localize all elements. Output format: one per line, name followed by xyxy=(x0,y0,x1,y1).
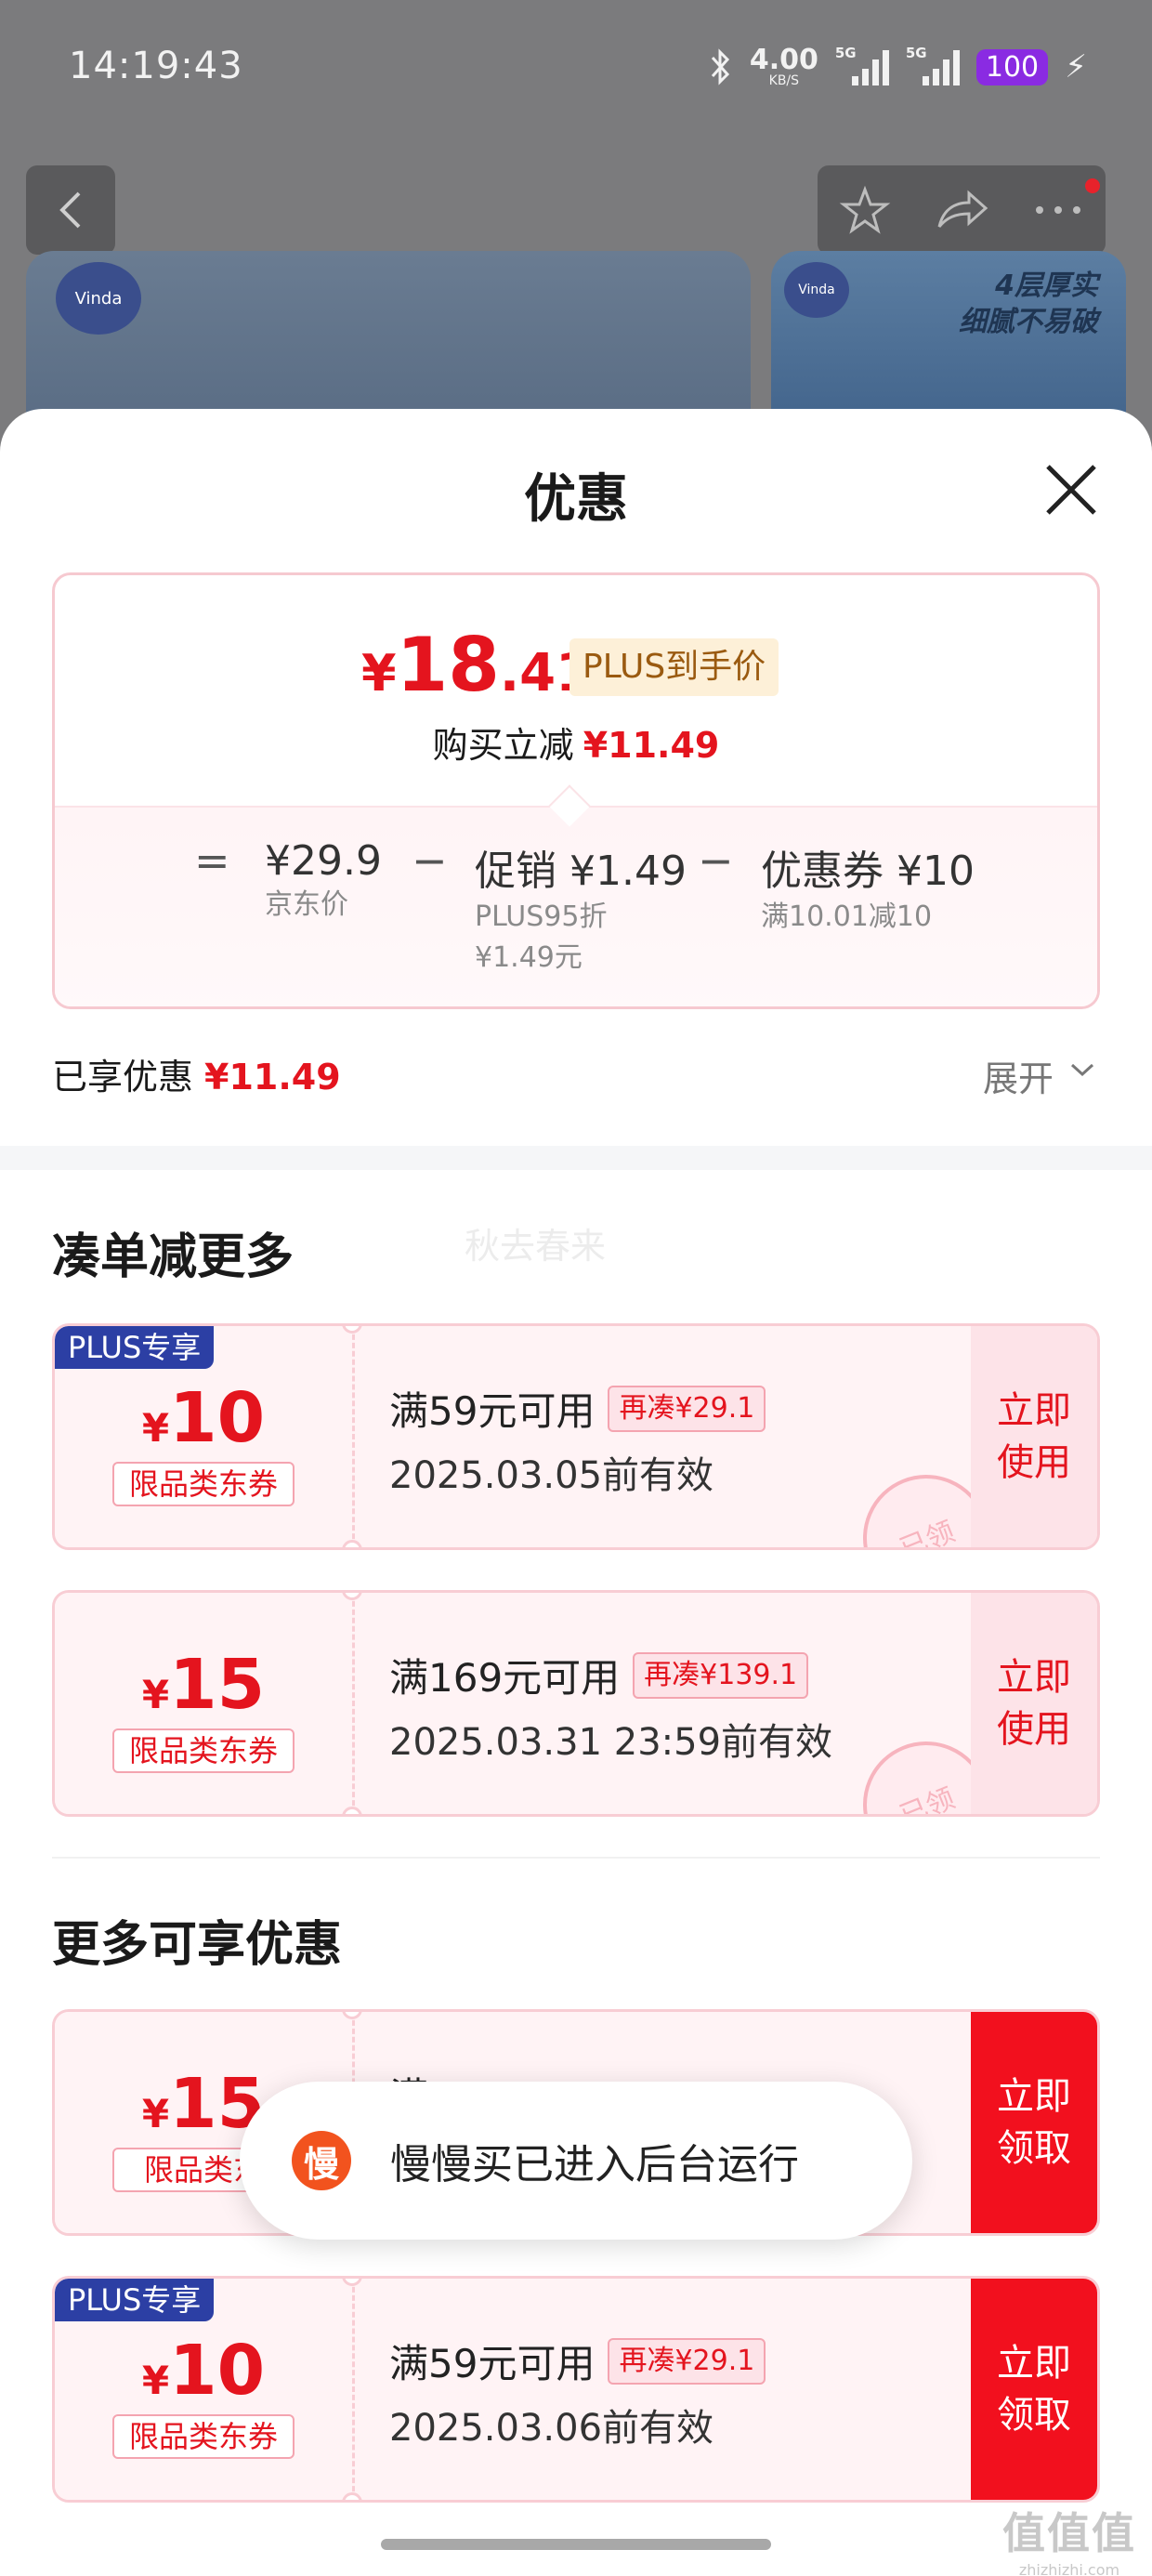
coupon-amount: ¥10 xyxy=(141,1378,266,1458)
promotion-discount: 促销 ¥1.49 PLUS95折 ¥1.49元 xyxy=(475,848,687,974)
use-now-button[interactable]: 立即 使用 xyxy=(971,1593,1097,1814)
coupon-amount: ¥10 xyxy=(141,2331,266,2411)
toast-message: 慢慢买已进入后台运行 xyxy=(390,2141,799,2188)
sheet-title: 优惠 xyxy=(524,469,628,530)
status-icons: 4.00 KB/S 5G 5G 100 ⚡ xyxy=(709,41,1087,93)
bluetooth-icon xyxy=(711,48,729,85)
home-indicator[interactable] xyxy=(381,2539,771,2550)
watermark-text: 秋去春来 xyxy=(465,1226,607,1267)
banner-slogan: 4层厚实 细腻不易破 xyxy=(959,269,1098,338)
section-divider xyxy=(0,1146,1152,1170)
top-actions xyxy=(818,165,1106,255)
close-icon[interactable] xyxy=(1039,457,1104,522)
coupon-condition: 满59元可用 再凑¥29.1 xyxy=(389,1380,766,1437)
notification-dot xyxy=(1085,178,1100,193)
star-icon[interactable] xyxy=(839,184,891,236)
coupon-card: PLUS专享 ¥10 限品类东券 满59元可用 再凑¥29.1 2025.03.0… xyxy=(52,2276,1100,2503)
enjoyed-discount: 已享优惠 ¥11.49 xyxy=(52,1057,341,1097)
signal-icon: 5G xyxy=(835,45,889,85)
expand-button[interactable]: 展开 xyxy=(983,1050,1054,1101)
coupon-condition: 满59元可用 再凑¥29.1 xyxy=(389,2333,766,2389)
background-running-toast: 慢 慢慢买已进入后台运行 xyxy=(240,2082,912,2240)
section-title-more-offers: 更多可享优惠 xyxy=(52,1917,343,1973)
more-icon[interactable] xyxy=(1032,201,1084,219)
coupon-validity: 2025.03.05前有效 xyxy=(389,1454,714,1497)
coupon-card: ¥15 限品类东券 满169元可用 再凑¥139.1 2025.03.31 23:… xyxy=(52,1590,1100,1817)
status-time: 14:19:43 xyxy=(69,45,243,87)
brand-logo: Vinda xyxy=(56,262,141,335)
coupon-validity: 2025.03.06前有效 xyxy=(389,2407,714,2450)
minus-sign: − xyxy=(698,835,734,886)
plus-price-tag: PLUS到手价 xyxy=(569,638,779,696)
site-watermark: 值值值 zhizhizhi.com xyxy=(1002,2508,1136,2576)
background-page: 14:19:43 4.00 KB/S 5G 5G 100 ⚡ Vinda Vin… xyxy=(0,0,1152,455)
coupon-category-tag: 限品类东券 xyxy=(112,2414,295,2459)
minus-sign: − xyxy=(412,835,448,886)
price-breakdown: = ¥29.9 京东价 − 促销 ¥1.49 PLUS95折 ¥1.49元 − … xyxy=(55,806,1097,1006)
coupon-validity: 2025.03.31 23:59前有效 xyxy=(389,1721,833,1764)
coupon-category-tag: 限品类东券 xyxy=(112,1728,295,1773)
coupon-divider xyxy=(352,2279,355,2500)
back-button[interactable] xyxy=(26,165,115,255)
equals-sign: = xyxy=(194,835,230,886)
use-now-button[interactable]: 立即 使用 xyxy=(971,1326,1097,1547)
coupon-discount: 优惠券 ¥10 满10.01减10 xyxy=(761,848,975,933)
discount-sheet: 优惠 ¥ 18 .41 PLUS到手价 购买立减 ¥11.49 = ¥29.9 京… xyxy=(0,409,1152,2576)
brand-logo: Vinda xyxy=(784,262,849,318)
add-more-tag: 再凑¥29.1 xyxy=(608,1385,766,1432)
coupon-condition: 满169元可用 再凑¥139.1 xyxy=(389,1647,809,1703)
section-title-more-savings: 凑单减更多 xyxy=(52,1229,295,1285)
jd-price: ¥29.9 京东价 xyxy=(265,837,382,921)
coupon-amount: ¥15 xyxy=(141,1645,266,1725)
network-speed: 4.00 KB/S xyxy=(749,44,818,88)
coupon-card: PLUS专享 ¥10 限品类东券 满59元可用 再凑¥29.1 2025.03.0… xyxy=(52,1323,1100,1550)
claim-now-button[interactable]: 立即 领取 xyxy=(971,2279,1097,2500)
share-icon[interactable] xyxy=(934,184,989,236)
instant-reduction: 购买立减 ¥11.49 xyxy=(432,725,720,766)
chevron-left-icon xyxy=(59,191,81,229)
plus-exclusive-badge: PLUS专享 xyxy=(55,1326,215,1369)
signal-icon: 5G xyxy=(906,45,960,85)
add-more-tag: 再凑¥29.1 xyxy=(608,2337,766,2385)
status-bar: 14:19:43 4.00 KB/S 5G 5G 100 ⚡ xyxy=(0,0,1152,139)
coupon-category-tag: 限品类东券 xyxy=(112,1462,295,1506)
app-icon: 慢 xyxy=(292,2131,351,2190)
final-price: ¥ 18 .41 xyxy=(361,622,593,708)
coupon-divider xyxy=(352,1326,355,1547)
add-more-tag: 再凑¥139.1 xyxy=(633,1651,809,1699)
final-price-area: ¥ 18 .41 PLUS到手价 购买立减 ¥11.49 xyxy=(55,575,1097,806)
price-card: ¥ 18 .41 PLUS到手价 购买立减 ¥11.49 = ¥29.9 京东价 … xyxy=(52,572,1100,1009)
section-separator xyxy=(52,1857,1100,1859)
claim-now-button[interactable]: 立即 领取 xyxy=(971,2012,1097,2233)
battery-icon: 100 xyxy=(975,48,1049,85)
plus-exclusive-badge: PLUS专享 xyxy=(55,2279,215,2321)
coupon-divider xyxy=(352,1593,355,1814)
charging-icon: ⚡ xyxy=(1065,48,1087,85)
chevron-down-icon[interactable] xyxy=(1068,1058,1096,1080)
